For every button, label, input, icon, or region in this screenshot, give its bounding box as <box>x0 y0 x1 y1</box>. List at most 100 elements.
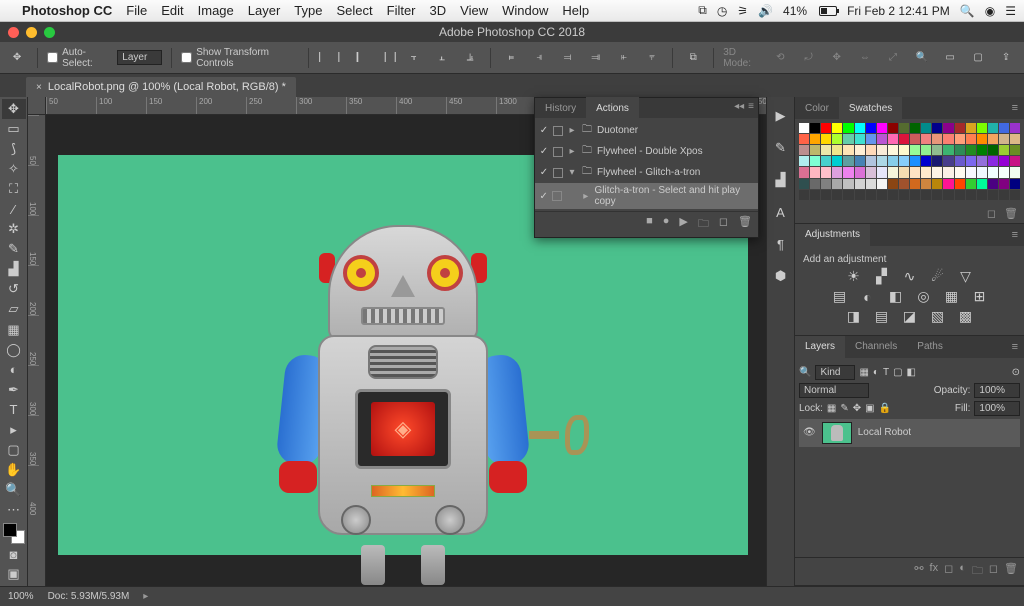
swatch[interactable] <box>921 167 931 177</box>
align-right-icon[interactable]: ⎹⎹ <box>375 46 397 70</box>
swatch[interactable] <box>988 134 998 144</box>
swatch[interactable] <box>899 145 909 155</box>
selective-color-icon[interactable]: ▩ <box>956 309 976 325</box>
tab-channels[interactable]: Channels <box>845 336 907 358</box>
3d-panel-icon[interactable]: ⬢ <box>770 265 792 287</box>
swatch[interactable] <box>977 145 987 155</box>
swatch[interactable] <box>866 123 876 133</box>
zoom-level[interactable]: 100% <box>8 591 34 602</box>
swatch[interactable] <box>988 123 998 133</box>
swatch[interactable] <box>810 179 820 189</box>
swatch[interactable] <box>932 145 942 155</box>
quick-select-tool[interactable]: ✧ <box>2 159 26 179</box>
align-hcenter-icon[interactable]: ⎹⎸ <box>346 46 368 70</box>
swatch[interactable] <box>843 145 853 155</box>
distribute-vcenter-icon[interactable]: ⫥ <box>585 46 607 70</box>
swatch[interactable] <box>821 123 831 133</box>
swatch[interactable] <box>877 156 887 166</box>
swatch[interactable] <box>943 123 953 133</box>
swatch[interactable] <box>899 179 909 189</box>
delete-layer-icon[interactable]: 🗑 <box>1004 562 1018 581</box>
swatch[interactable] <box>799 123 809 133</box>
swatch[interactable] <box>799 167 809 177</box>
swatch[interactable] <box>832 167 842 177</box>
swatch[interactable] <box>932 167 942 177</box>
marquee-tool[interactable]: ▭ <box>2 119 26 139</box>
adjustments-panel-menu[interactable]: ≡ <box>1006 229 1024 241</box>
actions-panel-menu[interactable]: ≡ <box>748 101 754 112</box>
swatch[interactable] <box>843 134 853 144</box>
spotlight-icon[interactable]: 🔍 <box>960 4 975 18</box>
filter-toggle[interactable]: ⊙ <box>1012 367 1020 378</box>
hue-sat-icon[interactable]: ▤ <box>830 289 850 305</box>
tab-history[interactable]: History <box>535 97 586 119</box>
swatch[interactable] <box>855 145 865 155</box>
invert-icon[interactable]: ◨ <box>844 309 864 325</box>
align-bottom-icon[interactable]: ⫡ <box>459 46 481 70</box>
new-swatch-icon[interactable]: ◻ <box>987 207 996 220</box>
distribute-hcenter-icon[interactable]: ⫤ <box>556 46 578 70</box>
swatch[interactable] <box>932 179 942 189</box>
swatch[interactable] <box>877 145 887 155</box>
new-group-icon[interactable]: 🗀 <box>972 562 983 581</box>
swatch[interactable] <box>955 167 965 177</box>
swatch[interactable] <box>899 134 909 144</box>
swatch[interactable] <box>921 123 931 133</box>
swatch[interactable] <box>955 179 965 189</box>
swatch[interactable] <box>999 123 1009 133</box>
swatch[interactable] <box>855 156 865 166</box>
spot-heal-tool[interactable]: ✲ <box>2 219 26 239</box>
swatch[interactable] <box>943 179 953 189</box>
swatch[interactable] <box>855 123 865 133</box>
doc-size[interactable]: Doc: 5.93M/5.93M <box>48 591 130 602</box>
swatch[interactable] <box>988 145 998 155</box>
swatch[interactable] <box>877 179 887 189</box>
blend-mode-select[interactable]: Normal <box>799 383 869 398</box>
swatch[interactable] <box>1010 123 1020 133</box>
pen-tool[interactable]: ✒ <box>2 380 26 400</box>
distribute-h-icon[interactable]: ⫢ <box>500 46 522 70</box>
type-tool[interactable]: T <box>2 400 26 420</box>
swatch[interactable] <box>966 145 976 155</box>
show-transform-checkbox[interactable]: Show Transform Controls <box>181 47 299 69</box>
filter-smart-icon[interactable]: ◧ <box>907 367 916 378</box>
swatch[interactable] <box>888 167 898 177</box>
window-maximize-button[interactable] <box>44 27 55 38</box>
blur-tool[interactable]: ◯ <box>2 340 26 360</box>
clone-source-icon[interactable]: ▟ <box>770 169 792 191</box>
swatch[interactable] <box>877 167 887 177</box>
swatch[interactable] <box>966 156 976 166</box>
layer-fx-icon[interactable]: fx <box>930 562 939 581</box>
swatch[interactable] <box>966 123 976 133</box>
menu-view[interactable]: View <box>460 3 488 18</box>
swatch[interactable] <box>810 156 820 166</box>
swatch[interactable] <box>966 179 976 189</box>
swatch[interactable] <box>921 156 931 166</box>
distribute-right-icon[interactable]: ⫧ <box>641 46 663 70</box>
swatch[interactable] <box>899 123 909 133</box>
swatch[interactable] <box>910 167 920 177</box>
swatch[interactable] <box>877 134 887 144</box>
new-set-icon[interactable]: 🗀 <box>698 215 709 234</box>
swatch[interactable] <box>821 167 831 177</box>
record-action-icon[interactable]: ● <box>663 215 670 234</box>
action-row[interactable]: ✓ ▸Glitch-a-tron - Select and hit play c… <box>535 183 758 209</box>
swatch[interactable] <box>1010 134 1020 144</box>
brush-tool[interactable]: ✎ <box>2 239 26 259</box>
swatch[interactable] <box>832 179 842 189</box>
vibrance-icon[interactable]: ▽ <box>956 269 976 285</box>
swatch[interactable] <box>810 123 820 133</box>
swatch[interactable] <box>1010 179 1020 189</box>
swatch[interactable] <box>843 156 853 166</box>
swatch[interactable] <box>955 145 965 155</box>
screen-mode-toggle[interactable]: ▣ <box>2 564 26 584</box>
menu-3d[interactable]: 3D <box>430 3 447 18</box>
menu-window[interactable]: Window <box>502 3 548 18</box>
swatch[interactable] <box>866 179 876 189</box>
menubar-clock[interactable]: Fri Feb 2 12:41 PM <box>847 4 950 18</box>
auto-select-target[interactable]: Layer <box>117 50 162 65</box>
brightness-contrast-icon[interactable]: ☀ <box>844 269 864 285</box>
swatch[interactable] <box>921 145 931 155</box>
swatch[interactable] <box>832 145 842 155</box>
swatch[interactable] <box>988 156 998 166</box>
